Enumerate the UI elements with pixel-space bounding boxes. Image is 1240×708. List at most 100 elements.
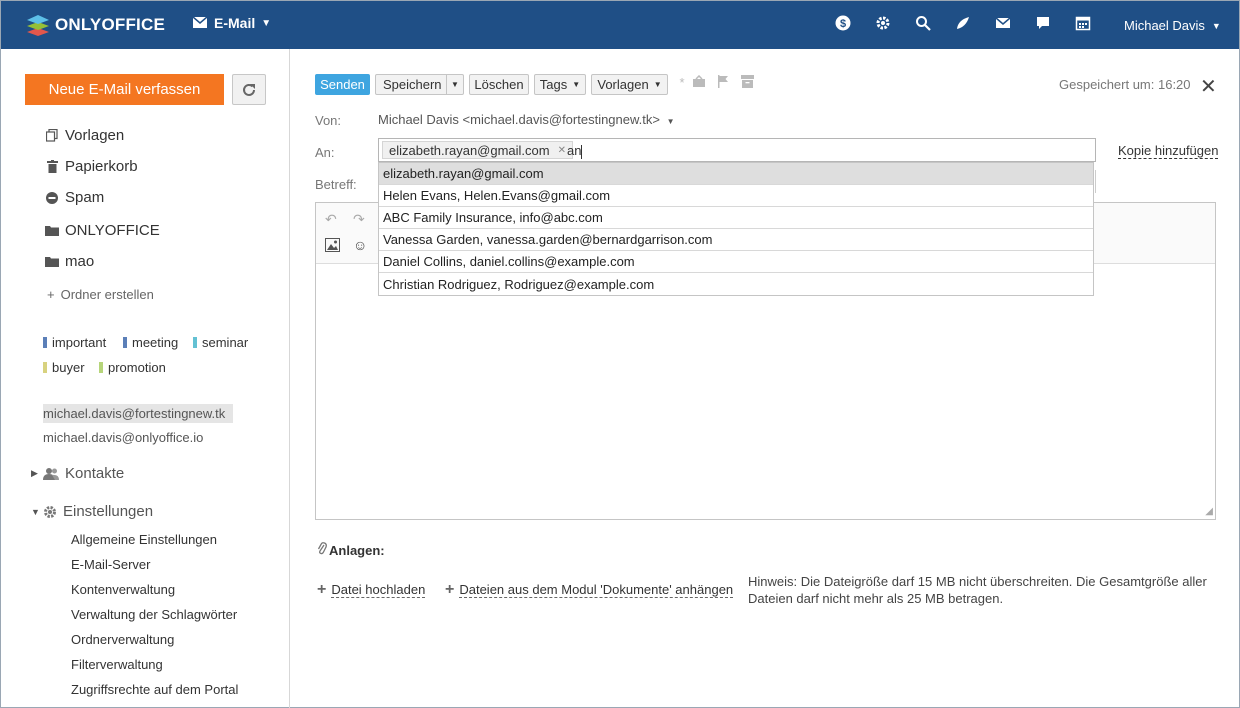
importance-icon[interactable]: *	[677, 75, 687, 90]
chevron-down-icon: ▼	[31, 506, 40, 517]
sidebar-item-label: mao	[65, 253, 95, 270]
save-button[interactable]: Speichern ▼	[375, 74, 464, 95]
trash-icon	[45, 160, 59, 173]
user-menu[interactable]: Michael Davis ▼	[1124, 18, 1221, 33]
read-receipt-icon[interactable]	[687, 75, 711, 90]
autocomplete-item[interactable]: ABC Family Insurance, info@abc.com	[379, 207, 1093, 229]
settings-item[interactable]: E-Mail-Server	[71, 557, 150, 572]
sidebar-item-templates[interactable]: Vorlagen	[45, 127, 124, 144]
sidebar-item-spam[interactable]: Spam	[45, 189, 104, 206]
upload-file-link[interactable]: + Datei hochladen	[317, 581, 426, 599]
sidebar: Neue E-Mail verfassen Vorlagen Papierkor…	[1, 49, 290, 708]
chevron-down-icon: ▼	[653, 80, 662, 89]
section-settings-label: Einstellungen	[63, 503, 154, 520]
attach-documents-link[interactable]: + Dateien aus dem Modul 'Dokumente' anhä…	[445, 581, 734, 599]
settings-item[interactable]: Zugriffsrechte auf dem Portal	[71, 682, 238, 697]
paperclip-icon	[317, 542, 327, 558]
to-typed-text: an	[567, 143, 582, 158]
sidebar-item-trash[interactable]: Papierkorb	[45, 158, 138, 175]
autocomplete-item[interactable]: Daniel Collins, daniel.collins@example.c…	[379, 251, 1093, 273]
search-icon[interactable]	[903, 15, 943, 31]
send-button[interactable]: Senden	[315, 74, 370, 95]
plus-icon: +	[47, 287, 55, 302]
saved-status: Gespeichert um: 16:20	[1059, 77, 1191, 92]
sidebar-item-mao[interactable]: mao	[45, 253, 94, 270]
image-icon[interactable]	[325, 238, 340, 255]
tag-label: meeting	[132, 335, 179, 350]
recipient-chip[interactable]: elizabeth.rayan@gmail.com ✕	[382, 141, 573, 159]
folder-icon	[45, 256, 59, 267]
tag-promotion[interactable]: promotion	[99, 360, 166, 375]
settings-item[interactable]: Verwaltung der Schlagwörter	[71, 607, 237, 622]
account-onlyoffice[interactable]: michael.davis@onlyoffice.io	[43, 430, 203, 445]
archive-icon[interactable]	[735, 75, 759, 90]
tag-buyer[interactable]: buyer	[43, 360, 85, 375]
autocomplete-item[interactable]: elizabeth.rayan@gmail.com	[379, 163, 1093, 185]
settings-item[interactable]: Kontenverwaltung	[71, 582, 175, 597]
account-fortestingnew[interactable]: michael.davis@fortestingnew.tk	[43, 404, 234, 423]
compose-button[interactable]: Neue E-Mail verfassen	[25, 74, 224, 105]
to-input[interactable]: an	[567, 143, 583, 159]
svg-text:$: $	[840, 18, 846, 30]
settings-item[interactable]: Filterverwaltung	[71, 657, 163, 672]
chevron-right-icon: ▶	[31, 468, 38, 478]
feed-icon[interactable]	[943, 15, 983, 31]
save-dropdown-icon[interactable]: ▼	[446, 75, 463, 94]
onlyoffice-logo[interactable]: ONLYOFFICE	[25, 13, 165, 37]
emoji-icon[interactable]: ☺	[353, 237, 367, 253]
tag-seminar[interactable]: seminar	[193, 335, 248, 350]
settings-item[interactable]: Ordnerverwaltung	[71, 632, 174, 647]
sidebar-item-label: Spam	[65, 189, 105, 206]
text-cursor	[581, 144, 583, 159]
chevron-down-icon: ▼	[666, 117, 675, 126]
spam-icon	[45, 191, 59, 204]
refresh-button[interactable]	[232, 74, 266, 105]
close-icon[interactable]: ✕	[1200, 74, 1217, 99]
resize-handle-icon[interactable]: ◢	[1205, 506, 1213, 517]
autocomplete-item[interactable]: Christian Rodriguez, Rodriguez@example.c…	[379, 273, 1093, 295]
attachments-title-label: Anlagen:	[329, 542, 385, 558]
tag-color	[193, 337, 197, 348]
section-settings[interactable]: ▼ Einstellungen	[31, 503, 153, 520]
sidebar-item-label: Vorlagen	[65, 127, 125, 144]
chevron-down-icon: ▼	[572, 80, 581, 89]
plus-icon: +	[445, 581, 455, 598]
from-label: Von:	[315, 113, 342, 128]
create-folder-label: Ordner erstellen	[60, 287, 154, 302]
talk-icon[interactable]: $	[823, 15, 863, 31]
chat-icon[interactable]	[1023, 15, 1063, 31]
module-switcher[interactable]: E-Mail ▼	[192, 15, 272, 31]
attachments-title: Anlagen:	[317, 542, 385, 558]
refresh-icon	[243, 83, 255, 96]
tags-button[interactable]: Tags ▼	[534, 74, 586, 95]
tag-important[interactable]: important	[43, 335, 106, 350]
to-field[interactable]: elizabeth.rayan@gmail.com ✕ an	[378, 138, 1096, 162]
remove-recipient-icon[interactable]: ✕	[558, 145, 566, 156]
flag-icon[interactable]	[711, 75, 735, 90]
autocomplete-item[interactable]: Helen Evans, Helen.Evans@gmail.com	[379, 185, 1093, 207]
undo-icon[interactable]: ↶	[325, 211, 337, 228]
tags-label: Tags	[539, 77, 568, 92]
from-select[interactable]: Michael Davis <michael.davis@fortestingn…	[378, 112, 675, 127]
redo-icon[interactable]: ↷	[353, 211, 365, 228]
sidebar-item-label: ONLYOFFICE	[65, 222, 160, 239]
settings-icon[interactable]	[863, 15, 903, 31]
calendar-icon[interactable]	[1063, 15, 1103, 31]
add-copy-link[interactable]: Kopie hinzufügen	[1118, 144, 1219, 159]
autocomplete-dropdown: elizabeth.rayan@gmail.com Helen Evans, H…	[378, 162, 1094, 296]
delete-button[interactable]: Löschen	[469, 74, 529, 95]
tag-meeting[interactable]: meeting	[123, 335, 178, 350]
create-folder-link[interactable]: + Ordner erstellen	[47, 287, 154, 302]
module-label: E-Mail	[214, 15, 256, 31]
chevron-down-icon: ▼	[261, 17, 272, 29]
settings-item[interactable]: Allgemeine Einstellungen	[71, 532, 217, 547]
tag-label: important	[52, 335, 107, 350]
attach-documents-label: Dateien aus dem Modul 'Dokumente' anhäng…	[459, 581, 734, 598]
tag-label: promotion	[108, 360, 166, 375]
sidebar-item-onlyoffice[interactable]: ONLYOFFICE	[45, 222, 160, 239]
templates-button[interactable]: Vorlagen ▼	[591, 74, 668, 95]
mail-icon[interactable]	[983, 15, 1023, 31]
templates-icon	[45, 129, 59, 142]
section-contacts[interactable]: ▶ Kontakte	[31, 465, 124, 482]
autocomplete-item[interactable]: Vanessa Garden, vanessa.garden@bernardga…	[379, 229, 1093, 251]
